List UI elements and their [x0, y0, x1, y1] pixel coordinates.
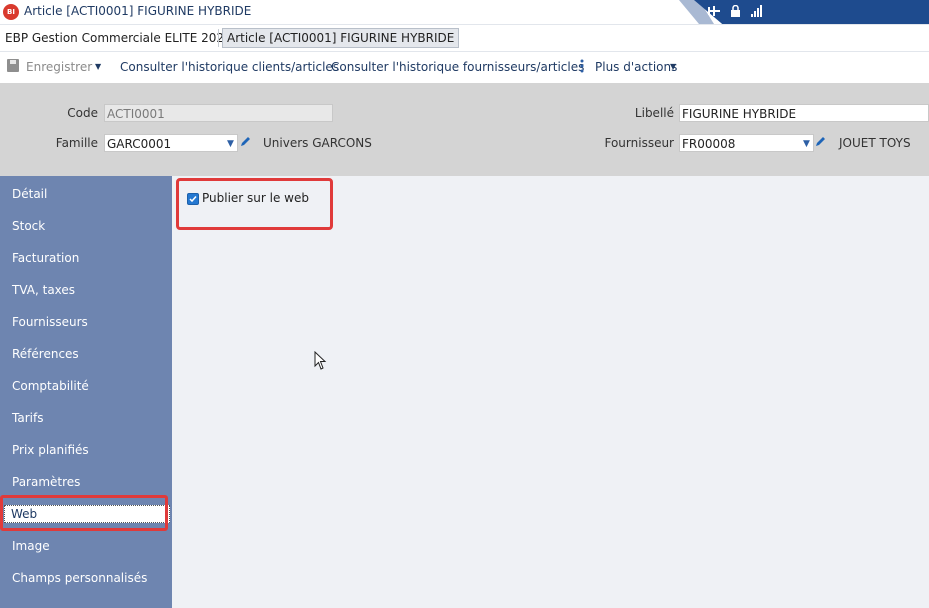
- code-field: ACTI0001: [104, 104, 333, 122]
- sidebar-item-stock[interactable]: Stock: [12, 216, 45, 236]
- fournisseur-label: Fournisseur: [604, 136, 674, 150]
- famille-dropdown-icon[interactable]: ▼: [227, 135, 234, 153]
- publish-web-label[interactable]: Publier sur le web: [202, 191, 309, 205]
- history-suppliers-button[interactable]: Consulter l'historique fournisseurs/arti…: [331, 60, 584, 74]
- tab-app-home[interactable]: EBP Gestion Commerciale ELITE 2024: [5, 31, 232, 45]
- sidebar-item-facturation[interactable]: Facturation: [12, 248, 79, 268]
- famille-combo[interactable]: GARC0001 ▼: [104, 134, 238, 152]
- save-button[interactable]: Enregistrer: [26, 60, 92, 74]
- fournisseur-name: JOUET TOYS: [839, 136, 911, 150]
- more-actions-caret-icon[interactable]: ▼: [670, 62, 676, 71]
- lock-icon[interactable]: [728, 4, 742, 18]
- sidebar-item-comptabilite[interactable]: Comptabilité: [12, 376, 89, 396]
- famille-value: GARC0001: [107, 137, 172, 151]
- web-section-content: [172, 176, 929, 608]
- sidebar-item-champs-personnalises[interactable]: Champs personnalisés: [12, 568, 147, 588]
- save-dropdown-icon[interactable]: ▼: [95, 62, 101, 71]
- title-bar: BI Article [ACTI0001] FIGURINE HYBRIDE: [0, 0, 929, 25]
- famille-edit-icon[interactable]: [240, 135, 254, 149]
- sidebar-item-references[interactable]: Références: [12, 344, 79, 364]
- tab-article[interactable]: Article [ACTI0001] FIGURINE HYBRIDE: [222, 28, 460, 48]
- sidebar-item-prix-planifies[interactable]: Prix planifiés: [12, 440, 89, 460]
- sidebar-item-tarifs[interactable]: Tarifs: [12, 408, 43, 428]
- pin-icon[interactable]: [707, 4, 721, 18]
- more-actions-icon[interactable]: [580, 59, 584, 73]
- history-clients-button[interactable]: Consulter l'historique clients/articles: [120, 60, 339, 74]
- famille-label: Famille: [55, 136, 98, 150]
- sidebar-item-detail[interactable]: Détail: [12, 184, 47, 204]
- signal-icon[interactable]: [750, 4, 764, 18]
- famille-name: Univers GARCONS: [263, 136, 372, 150]
- web-highlight-box: [0, 495, 168, 531]
- fournisseur-dropdown-icon[interactable]: ▼: [803, 135, 810, 153]
- sidebar-item-fournisseurs[interactable]: Fournisseurs: [12, 312, 88, 332]
- fournisseur-edit-icon[interactable]: [815, 135, 829, 149]
- more-actions-button[interactable]: Plus d'actions: [595, 60, 677, 74]
- toolbar: Enregistrer ▼ Consulter l'historique cli…: [0, 52, 929, 82]
- libelle-label: Libellé: [634, 106, 674, 120]
- fournisseur-value: FR00008: [682, 137, 736, 151]
- tab-separator: [218, 29, 219, 47]
- publish-web-checkbox[interactable]: [187, 193, 199, 205]
- save-icon: [7, 59, 19, 72]
- libelle-field[interactable]: FIGURINE HYBRIDE: [679, 104, 929, 122]
- fournisseur-combo[interactable]: FR00008 ▼: [679, 134, 814, 152]
- article-header-panel: Code ACTI0001 Famille GARC0001 ▼ Univers…: [0, 83, 929, 176]
- sidebar-item-tva-taxes[interactable]: TVA, taxes: [12, 280, 75, 300]
- window-title: Article [ACTI0001] FIGURINE HYBRIDE: [24, 4, 252, 18]
- document-tabs: EBP Gestion Commerciale ELITE 2024 Artic…: [0, 25, 929, 52]
- app-logo-icon: BI: [3, 4, 19, 20]
- code-label: Code: [67, 106, 98, 120]
- sidebar-item-image[interactable]: Image: [12, 536, 50, 556]
- sidebar-item-parametres[interactable]: Paramètres: [12, 472, 80, 492]
